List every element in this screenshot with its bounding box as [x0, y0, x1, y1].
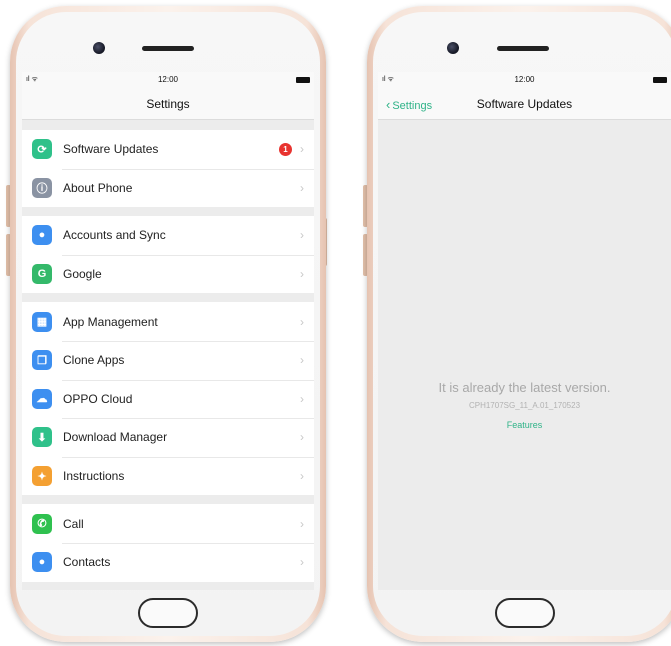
chevron-right-icon: ›: [300, 353, 304, 368]
settings-group: ⟳ Software Updates 1 › ⓘ About Phone ›: [22, 130, 314, 208]
settings-item-app-management[interactable]: ▦ App Management ›: [22, 302, 314, 341]
battery-icon: [296, 77, 310, 83]
front-camera: [93, 42, 105, 54]
account-icon: ●: [32, 225, 52, 246]
settings-item-label: Contacts: [63, 555, 111, 570]
settings-item-label: Clone Apps: [63, 353, 125, 368]
settings-item-clone-apps[interactable]: ❐ Clone Apps ›: [22, 340, 314, 380]
page-title: Settings: [146, 97, 190, 111]
chevron-right-icon: ›: [300, 142, 304, 157]
status-bar: ıl ᯤ 12:00: [22, 72, 314, 88]
battery-icon: [653, 77, 667, 83]
settings-item-about-phone[interactable]: ⓘ About Phone ›: [22, 168, 314, 208]
screen-software-updates: ıl ᯤ 12:00 ‹ Settings Software Updates It…: [378, 72, 671, 590]
google-icon: G: [32, 264, 52, 285]
chevron-right-icon: ›: [300, 516, 304, 531]
notification-badge: 1: [279, 142, 292, 156]
chevron-right-icon: ›: [300, 180, 304, 195]
status-time: 12:00: [514, 75, 535, 84]
settings-list: ⟳ Software Updates 1 › ⓘ About Phone › ● Account…: [22, 130, 314, 590]
chevron-right-icon: ›: [300, 469, 304, 484]
home-button[interactable]: [138, 598, 198, 628]
earpiece-speaker: [142, 46, 194, 51]
cloud-icon: ☁: [32, 388, 52, 409]
nav-bar: ‹ Settings Software Updates: [378, 88, 671, 120]
settings-item-contacts[interactable]: ● Contacts ›: [22, 542, 314, 582]
settings-item-accounts-and-sync[interactable]: ● Accounts and Sync ›: [22, 216, 314, 255]
settings-item-label: About Phone: [63, 180, 133, 195]
grid-icon: ▦: [32, 311, 52, 332]
chevron-right-icon: ›: [300, 314, 304, 329]
bulb-icon: ✦: [32, 466, 52, 487]
settings-item-label: Instructions: [63, 469, 125, 484]
update-status-message: It is already the latest version.: [438, 380, 611, 395]
front-camera: [447, 42, 459, 54]
chevron-right-icon: ›: [300, 430, 304, 445]
phone-right: ıl ᯤ 12:00 ‹ Settings Software Updates It…: [367, 6, 671, 642]
chevron-right-icon: ›: [300, 555, 304, 570]
settings-item-google[interactable]: G Google ›: [22, 254, 314, 294]
settings-item-label: Software Updates: [63, 142, 159, 157]
settings-item-oppo-cloud[interactable]: ☁ OPPO Cloud ›: [22, 379, 314, 419]
chevron-right-icon: ›: [300, 267, 304, 282]
earpiece-speaker: [497, 46, 549, 51]
home-button[interactable]: [495, 598, 555, 628]
download-icon: ⬇: [32, 427, 52, 448]
settings-item-download-manager[interactable]: ⬇ Download Manager ›: [22, 418, 314, 457]
chevron-right-icon: ›: [300, 391, 304, 406]
screen-settings: ıl ᯤ 12:00 Settings ⟳ Software Updates 1 › ⓘ…: [22, 72, 314, 590]
phone-icon: ✆: [32, 513, 52, 534]
nav-bar: Settings: [22, 88, 314, 120]
settings-item-software-updates[interactable]: ⟳ Software Updates 1 ›: [22, 130, 314, 169]
status-time: 12:00: [157, 75, 179, 84]
settings-item-label: App Management: [63, 314, 158, 329]
settings-item-instructions[interactable]: ✦ Instructions ›: [22, 456, 314, 496]
settings-item-label: Download Manager: [63, 430, 168, 445]
refresh-icon: ⟳: [32, 139, 52, 160]
settings-group: ● Accounts and Sync › G Google ›: [22, 216, 314, 294]
settings-group: ▦ App Management › ❐ Clone Apps › ☁ OPPO Cloud ›…: [22, 302, 314, 496]
settings-group: ✆ Call › ● Contacts ›: [22, 504, 314, 582]
features-link[interactable]: Features: [378, 420, 671, 430]
clone-icon: ❐: [32, 350, 52, 371]
contact-icon: ●: [32, 552, 52, 573]
status-bar: ıl ᯤ 12:00: [378, 72, 671, 88]
page-title: Software Updates: [476, 97, 573, 111]
settings-item-label: Call: [63, 516, 84, 531]
version-string: CPH1707SG_11_A.01_170523: [468, 401, 581, 410]
chevron-right-icon: ›: [300, 228, 304, 243]
update-body: It is already the latest version. CPH170…: [378, 120, 671, 590]
settings-item-call[interactable]: ✆ Call ›: [22, 504, 314, 543]
settings-item-label: Accounts and Sync: [63, 228, 166, 243]
phone-left: ıl ᯤ 12:00 Settings ⟳ Software Updates 1 › ⓘ…: [10, 6, 326, 642]
settings-item-label: Google: [63, 267, 102, 282]
settings-item-label: OPPO Cloud: [63, 391, 133, 406]
info-icon: ⓘ: [32, 177, 52, 198]
